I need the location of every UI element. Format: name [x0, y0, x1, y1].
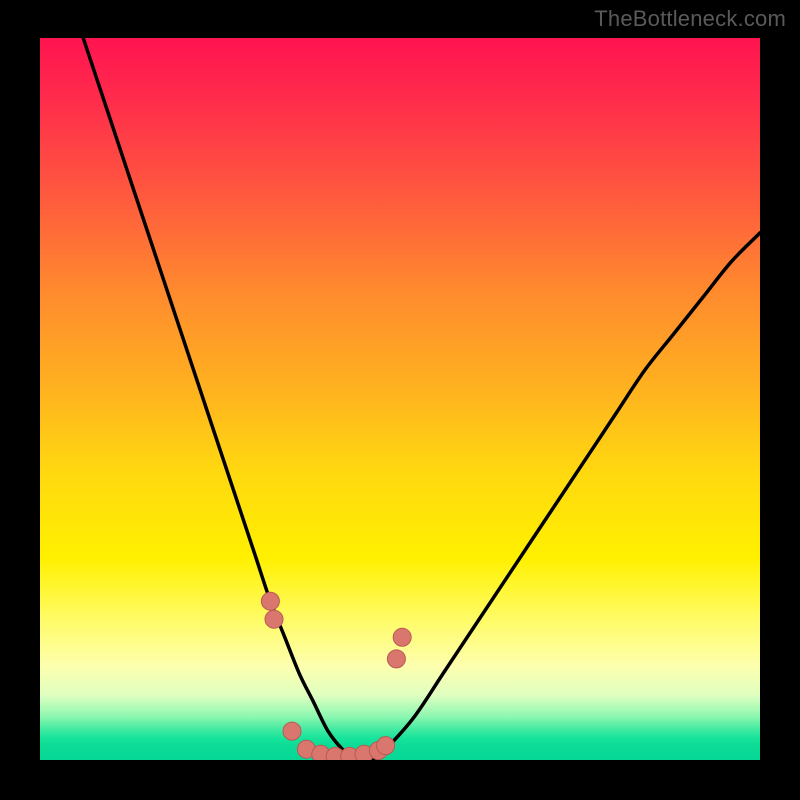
bottleneck-curve — [40, 38, 760, 760]
curve-markers — [261, 592, 411, 760]
data-marker — [283, 722, 301, 740]
data-marker — [377, 737, 395, 755]
watermark: TheBottleneck.com — [594, 6, 786, 32]
plot-area — [40, 38, 760, 760]
data-marker — [393, 628, 411, 646]
chart-frame: TheBottleneck.com — [0, 0, 800, 800]
curve-path — [83, 38, 760, 760]
data-marker — [261, 592, 279, 610]
data-marker — [265, 610, 283, 628]
data-marker — [387, 650, 405, 668]
